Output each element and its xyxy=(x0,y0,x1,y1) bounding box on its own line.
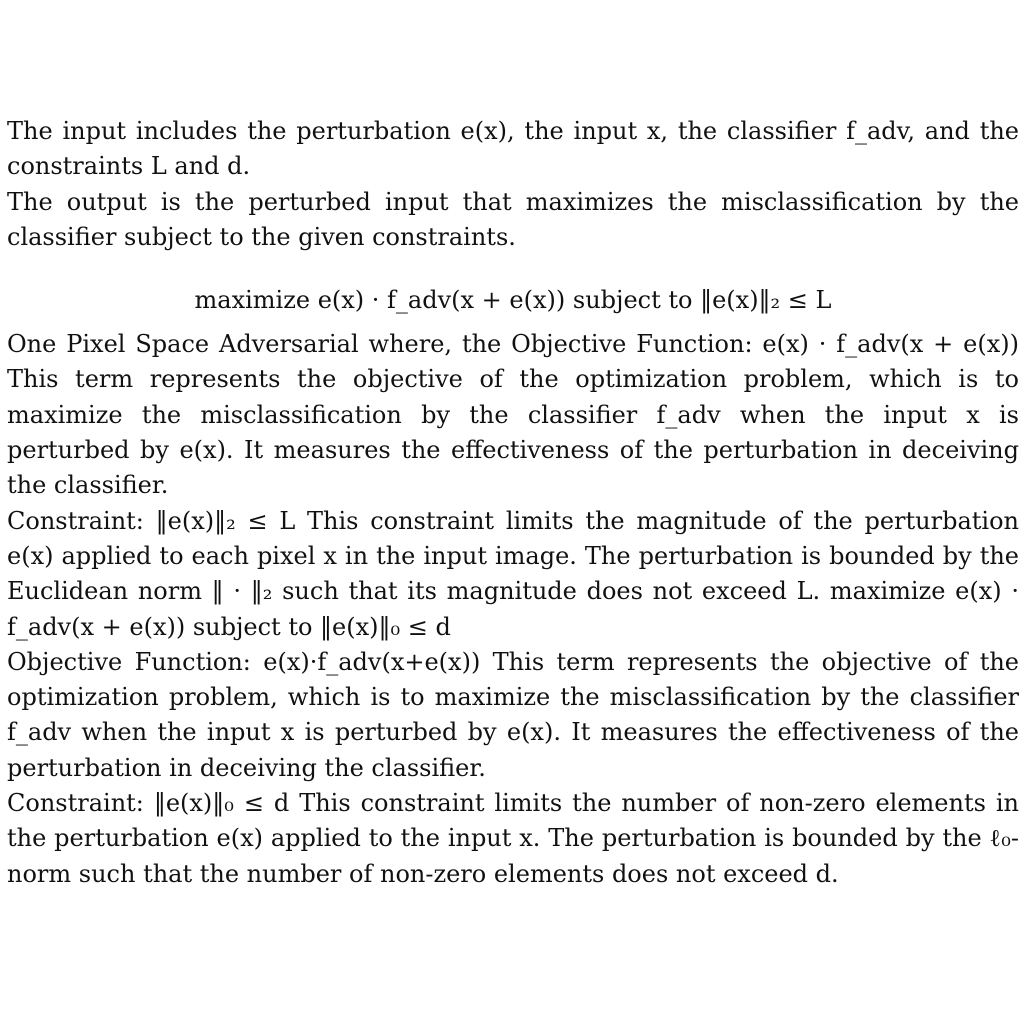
paragraph-input-description: The input includes the perturbation e(x)… xyxy=(7,117,1019,181)
document-page: The input includes the perturbation e(x)… xyxy=(7,114,1019,892)
paragraph-l0-constraint: Constraint: ‖e(x)‖₀ ≤ d This constraint … xyxy=(7,789,1019,888)
display-equation-l2: maximize e(x) · f_adv(x + e(x)) subject … xyxy=(194,286,832,315)
paragraph-output-description: The output is the perturbed input that m… xyxy=(7,187,1019,251)
paragraph-l2-constraint: Constraint: ‖e(x)‖₂ ≤ L This constraint … xyxy=(7,506,1019,641)
paragraph-objective-function: Objective Function: e(x)·f_adv(x+e(x)) T… xyxy=(7,647,1019,782)
paragraph-one-pixel-objective: One Pixel Space Adversarial where, the O… xyxy=(7,330,1019,500)
